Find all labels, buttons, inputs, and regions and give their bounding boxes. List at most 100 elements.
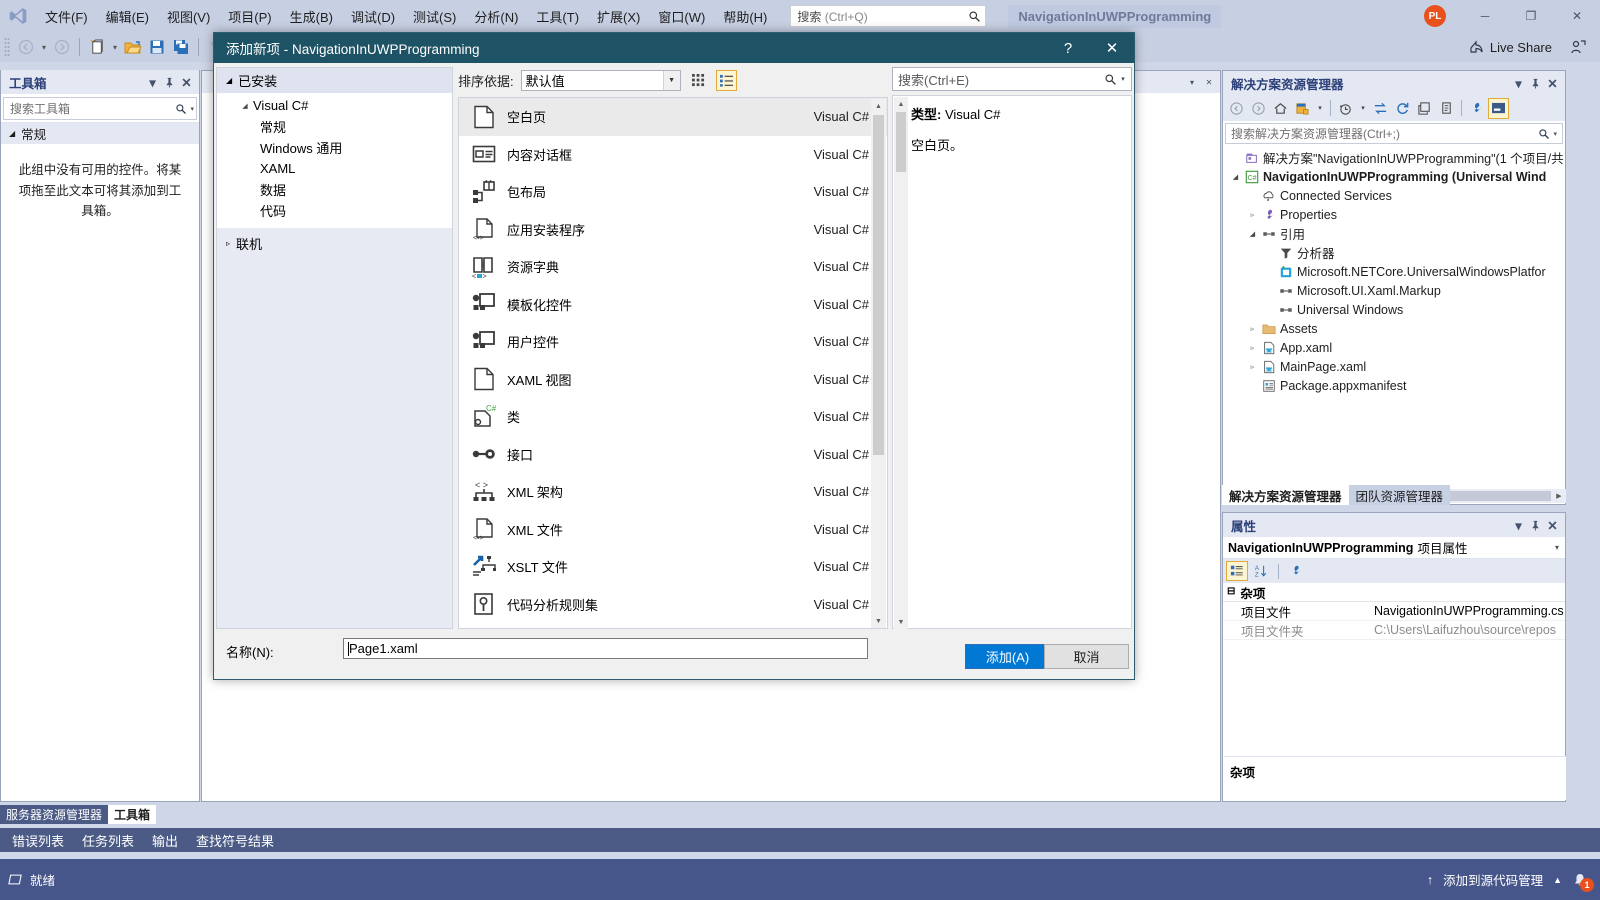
category-item[interactable]: 数据	[217, 179, 452, 200]
tree-row[interactable]: ◢ C# NavigationInUWPProgramming (Universal…	[1223, 167, 1565, 186]
tree-row[interactable]: ▹ Assets	[1223, 319, 1565, 338]
dialog-search-input[interactable]: 搜索(Ctrl+E) ▾	[892, 67, 1132, 91]
se-history-dropdown-icon[interactable]: ▾	[1357, 98, 1369, 119]
se-collapse-all-icon[interactable]	[1414, 98, 1435, 119]
live-share-button[interactable]: Live Share	[1463, 36, 1558, 58]
menu-item-edit[interactable]: 编辑(E)	[97, 3, 158, 30]
notifications-button[interactable]: 1	[1572, 872, 1594, 892]
se-pending-changes-icon[interactable]	[1292, 98, 1313, 119]
template-row[interactable]: < > XML 架构 Visual C#	[459, 473, 887, 511]
list-view-button[interactable]	[715, 69, 737, 91]
expander-icon[interactable]: ▹	[1246, 325, 1259, 333]
menu-item-build[interactable]: 生成(B)	[281, 3, 342, 30]
tree-row[interactable]: Package.appxmanifest	[1223, 376, 1565, 395]
info-scroll-up-icon[interactable]: ▲	[894, 97, 908, 111]
menu-item-analyze[interactable]: 分析(N)	[465, 3, 527, 30]
category-item[interactable]: Windows 通用	[217, 137, 452, 158]
chevron-down-icon[interactable]: ▼	[662, 70, 680, 90]
property-row[interactable]: 项目文件 NavigationInUWPProgramming.cs	[1223, 602, 1565, 621]
expander-icon[interactable]: ▹	[1246, 363, 1259, 371]
tree-row[interactable]: ◢ 引用	[1223, 224, 1565, 243]
template-row[interactable]: 包布局 Visual C#	[459, 173, 887, 211]
tab-server-explorer[interactable]: 服务器资源管理器	[0, 805, 109, 824]
new-project-icon[interactable]	[85, 35, 109, 59]
menu-item-file[interactable]: 文件(F)	[36, 3, 97, 30]
template-list-scrollbar[interactable]: ▲ ▼	[871, 99, 886, 628]
properties-object-selector[interactable]: NavigationInUWPProgramming 项目属性 ▾	[1223, 537, 1565, 559]
se-pending-dropdown-icon[interactable]: ▾	[1314, 98, 1326, 119]
toolbox-group-general[interactable]: ◢ 常规	[1, 122, 199, 144]
toolbox-pin-icon[interactable]	[161, 72, 178, 92]
expander-icon[interactable]: ▹	[1246, 211, 1259, 219]
tab-task-list[interactable]: 任务列表	[78, 829, 138, 852]
se-forward-icon[interactable]	[1248, 98, 1269, 119]
menu-item-project[interactable]: 项目(P)	[219, 3, 280, 30]
category-item[interactable]: 常规	[217, 116, 452, 137]
se-close-icon[interactable]: ✕	[1544, 73, 1561, 93]
minimize-button[interactable]: ─	[1462, 0, 1508, 32]
menu-item-help[interactable]: 帮助(H)	[714, 3, 776, 30]
properties-dropdown-icon[interactable]: ▾	[1510, 515, 1527, 535]
menu-item-tools[interactable]: 工具(T)	[527, 3, 588, 30]
info-scroll-down-icon[interactable]: ▼	[894, 615, 908, 629]
tab-team-explorer[interactable]: 团队资源管理器	[1348, 485, 1451, 505]
close-button[interactable]: ✕	[1554, 0, 1600, 32]
expander-icon[interactable]: ▹	[1246, 344, 1259, 352]
tree-row[interactable]: Connected Services	[1223, 186, 1565, 205]
menu-item-test[interactable]: 测试(S)	[404, 3, 465, 30]
category-item[interactable]: XAML	[217, 158, 452, 179]
dialog-close-button[interactable]: ✕	[1090, 33, 1134, 63]
navigate-backward-dropdown-icon[interactable]: ▾	[38, 35, 50, 59]
properties-category-row[interactable]: ⊟ 杂项	[1223, 583, 1565, 602]
menu-item-extensions[interactable]: 扩展(X)	[588, 3, 649, 30]
item-name-input[interactable]: Page1.xaml	[343, 638, 868, 659]
dialog-help-button[interactable]: ?	[1046, 33, 1090, 63]
toolbox-search-dropdown-icon[interactable]: ▾	[187, 105, 194, 113]
template-row[interactable]: 接口 Visual C#	[459, 436, 887, 474]
toolbox-dropdown-icon[interactable]: ▾	[144, 72, 161, 92]
editor-dropdown-icon[interactable]: ▾	[1185, 73, 1199, 91]
template-row[interactable]: C# 类 Visual C#	[459, 398, 887, 436]
template-row[interactable]: 空白页 Visual C#	[459, 98, 887, 136]
navigate-backward-icon[interactable]	[14, 35, 38, 59]
se-preview-icon[interactable]	[1488, 97, 1509, 119]
se-dropdown-icon[interactable]: ▾	[1510, 73, 1527, 93]
tree-row[interactable]: ▹ App.xaml	[1223, 338, 1565, 357]
toolbox-search-input[interactable]: 搜索工具箱 ▾	[3, 97, 197, 120]
properties-pin-icon[interactable]	[1527, 515, 1544, 535]
template-row[interactable]: 用户控件 Visual C#	[459, 323, 887, 361]
template-row[interactable]: <▪> 应用安装程序 Visual C#	[459, 211, 887, 249]
tab-toolbox[interactable]: 工具箱	[108, 805, 157, 824]
new-project-dropdown-icon[interactable]: ▾	[109, 35, 121, 59]
save-icon[interactable]	[145, 35, 169, 59]
toolbar-grip[interactable]	[4, 36, 14, 58]
avatar[interactable]: PL	[1424, 5, 1446, 27]
tree-row[interactable]: ▹ Properties	[1223, 205, 1565, 224]
menu-item-window[interactable]: 窗口(W)	[649, 3, 714, 30]
tab-error-list[interactable]: 错误列表	[8, 829, 68, 852]
menu-item-debug[interactable]: 调试(D)	[342, 3, 404, 30]
tree-row[interactable]: ▹ MainPage.xaml	[1223, 357, 1565, 376]
sort-by-combobox[interactable]: 默认值 ▼	[520, 69, 681, 91]
tab-find-symbol-results[interactable]: 查找符号结果	[192, 829, 278, 852]
se-pin-icon[interactable]	[1527, 73, 1544, 93]
template-row[interactable]: <▪> XML 文件 Visual C#	[459, 511, 887, 549]
se-back-icon[interactable]	[1226, 98, 1247, 119]
tree-node-visual-csharp[interactable]: ◢ Visual C#	[217, 95, 452, 116]
scroll-thumb[interactable]	[873, 115, 884, 455]
chevron-up-icon[interactable]: ▲	[1553, 875, 1562, 885]
se-show-all-files-icon[interactable]	[1436, 98, 1457, 119]
navigate-forward-icon[interactable]	[50, 35, 74, 59]
se-sync-icon[interactable]	[1370, 98, 1391, 119]
online-node[interactable]: ▹ 联机	[217, 232, 452, 254]
properties-close-icon[interactable]: ✕	[1544, 515, 1561, 535]
alphabetical-sort-icon[interactable]: AZ	[1250, 561, 1272, 581]
template-row[interactable]: 模板化控件 Visual C#	[459, 286, 887, 324]
open-file-icon[interactable]	[121, 35, 145, 59]
category-item[interactable]: 代码	[217, 200, 452, 221]
categorized-view-icon[interactable]	[1226, 561, 1248, 581]
expander-icon[interactable]: ◢	[1246, 230, 1259, 238]
info-scrollbar[interactable]: ▲ ▼	[894, 97, 908, 629]
collapse-icon[interactable]: ⊟	[1227, 587, 1235, 597]
se-home-icon[interactable]	[1270, 98, 1291, 119]
